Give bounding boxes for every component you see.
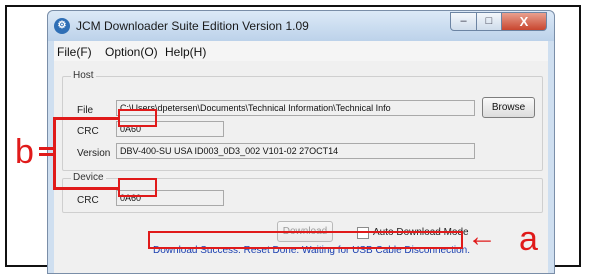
- menu-bar: File(F) Option(O) Help(H): [54, 41, 548, 61]
- menu-option[interactable]: Option(O): [105, 45, 158, 59]
- menu-help[interactable]: Help(H): [165, 45, 206, 59]
- annotation-a-label: a: [519, 220, 538, 258]
- minimize-button[interactable]: ‒: [450, 12, 477, 31]
- maximize-button[interactable]: □: [476, 12, 502, 31]
- host-crc-highlight: [118, 109, 157, 127]
- version-field: DBV-400-SU USA ID003_0D3_002 V101-02 27O…: [116, 143, 475, 159]
- host-group-label: Host: [71, 70, 96, 81]
- annotation-b-label: b: [15, 133, 34, 171]
- device-crc-highlight: [118, 178, 157, 197]
- menu-file[interactable]: File(F): [57, 45, 92, 59]
- device-crc-label: CRC: [77, 195, 99, 206]
- title-bar: ⚙ JCM Downloader Suite Edition Version 1…: [48, 11, 554, 41]
- bracket-vertical: [53, 118, 56, 190]
- status-highlight: [148, 231, 463, 249]
- file-path-field[interactable]: C:\Users\dpetersen\Documents\Technical I…: [116, 100, 475, 116]
- bracket-pointer-2: [39, 153, 53, 156]
- bracket-top-arm: [53, 117, 118, 120]
- device-group-label: Device: [71, 172, 106, 183]
- bracket-bottom-arm: [53, 187, 118, 190]
- app-icon: ⚙: [54, 18, 70, 34]
- file-label: File: [77, 105, 94, 116]
- browse-button[interactable]: Browse: [482, 97, 535, 118]
- close-button[interactable]: X: [501, 12, 547, 31]
- annotation-arrow: ←: [467, 220, 497, 253]
- bracket-pointer: [39, 147, 53, 150]
- window-title: JCM Downloader Suite Edition Version 1.0…: [76, 19, 309, 33]
- host-crc-label: CRC: [77, 126, 99, 137]
- version-label: Version: [77, 148, 111, 159]
